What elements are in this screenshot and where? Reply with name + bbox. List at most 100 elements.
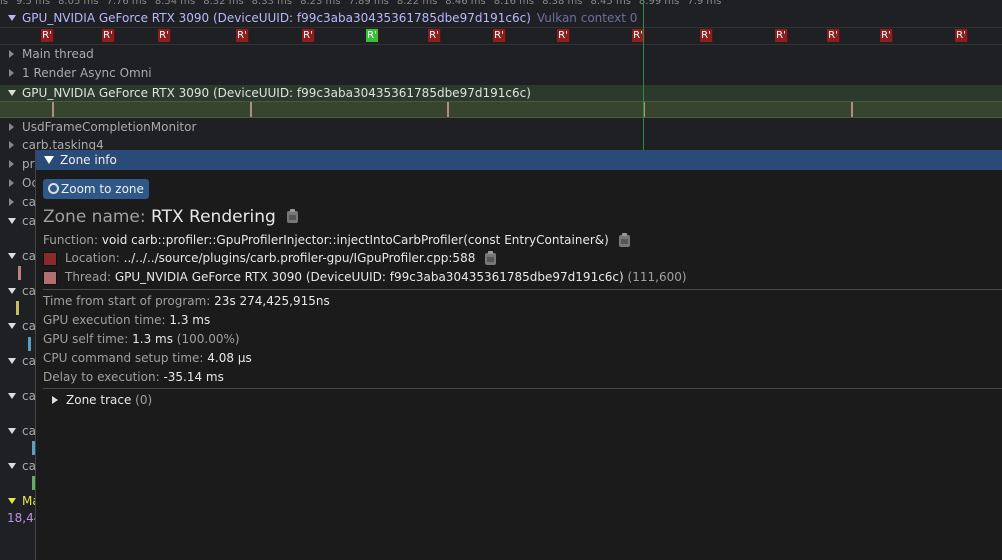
thread-row-partial[interactable]: Oc: [0, 176, 35, 190]
ruler-label: 7.9 ms: [687, 0, 722, 7]
chevron-down-icon: [8, 428, 16, 434]
ruler-label: 8.22 ms: [396, 0, 438, 7]
chevron-down-icon: [8, 463, 16, 469]
thread-row-partial[interactable]: ca: [0, 389, 35, 403]
chevron-right-icon: [9, 160, 14, 168]
gpu-timeline-title: GPU_NVIDIA GeForce RTX 3090 (DeviceUUID:…: [22, 11, 531, 25]
chevron-down-icon: [8, 15, 16, 21]
gpu-self-value: 1.3 ms: [132, 332, 173, 346]
thread-row-gpu[interactable]: GPU_NVIDIA GeForce RTX 3090 (DeviceUUID:…: [0, 85, 1002, 101]
cpu-setup-label: CPU command setup time:: [43, 351, 204, 365]
thread-label: Ma: [22, 494, 35, 508]
thread-row-partial[interactable]: ca: [0, 214, 35, 228]
ruler-label: 8.45 ms: [590, 0, 631, 7]
gpu-zone-bar[interactable]: [0, 101, 1002, 118]
function-row: Function: void carb::profiler::GpuProfil…: [43, 232, 630, 247]
ruler-label: 8.23 ms: [300, 0, 341, 7]
zone-marker[interactable]: R': [493, 29, 506, 42]
zone-marker[interactable]: R': [302, 29, 315, 42]
ruler-label: 8.99 ms: [638, 0, 680, 7]
location-label: Location:: [65, 251, 120, 265]
gpu-exec-value: 1.3 ms: [169, 313, 211, 327]
ruler-label: 8.33 ms: [251, 0, 293, 7]
thread-row-partial[interactable]: ca: [0, 195, 35, 209]
zone-marker[interactable]: R': [775, 29, 788, 42]
chevron-down-icon: [8, 253, 16, 259]
chevron-down-icon: [8, 218, 16, 224]
gpu-self-row: GPU self time: 1.3 ms (100.00%): [43, 332, 240, 346]
zone-trace-toggle[interactable]: Zone trace (0): [52, 393, 152, 407]
divider: [0, 27, 1002, 28]
ruler-label: 8.46 ms: [445, 0, 486, 7]
thread-label: ca: [22, 424, 35, 438]
thread-row-carb[interactable]: carb.tasking4: [0, 137, 104, 150]
thread-row-partial[interactable]: ca: [0, 459, 35, 473]
copy-icon[interactable]: [485, 250, 497, 265]
gpu-timeline-header[interactable]: GPU_NVIDIA GeForce RTX 3090 (DeviceUUID:…: [0, 11, 1002, 27]
thread-row-partial[interactable]: ca: [0, 284, 35, 298]
zone-info-window: Zone info Zoom to zone Zone name: RTX Re…: [35, 150, 1002, 560]
zone-marker[interactable]: R': [955, 29, 968, 42]
zoom-to-zone-button[interactable]: Zoom to zone: [43, 179, 149, 199]
thread-row-usd[interactable]: UsdFrameCompletionMonitor: [0, 119, 196, 136]
chevron-down-icon: [8, 393, 16, 399]
zone-marker[interactable]: R': [102, 29, 115, 42]
delay-row: Delay to execution: -35.14 ms: [43, 370, 224, 384]
chevron-down-icon: [8, 498, 16, 504]
zone-tick: [52, 102, 54, 117]
thread-label: ca: [22, 389, 35, 403]
chevron-down-icon: [8, 323, 16, 329]
copy-icon[interactable]: [618, 232, 630, 247]
divider: [0, 44, 1002, 45]
gpu-exec-row: GPU execution time: 1.3 ms: [43, 313, 210, 327]
thread-label: ca: [22, 214, 35, 228]
location-color-swatch: [43, 251, 57, 266]
delay-label: Delay to execution:: [43, 370, 160, 384]
thread-row-partial[interactable]: ca: [0, 249, 35, 263]
time-from-start-label: Time from start of program:: [43, 294, 211, 308]
thread-label: GPU_NVIDIA GeForce RTX 3090 (DeviceUUID:…: [22, 86, 531, 100]
thread-row-partial[interactable]: pr: [0, 157, 35, 171]
copy-icon[interactable]: [287, 209, 299, 223]
timeline-ruler: ls 9.5 ms 8.05 ms 7.76 ms 8.54 ms 8.32 ms 8.33…: [0, 0, 1002, 7]
thread-label: Thread:: [65, 270, 112, 284]
zone-bar: [16, 301, 19, 315]
zone-marker[interactable]: R': [827, 29, 840, 42]
zoom-to-zone-label: Zoom to zone: [61, 182, 144, 196]
thread-label: Oc: [22, 176, 35, 190]
thread-color-swatch: [43, 270, 57, 285]
zone-marker[interactable]: R': [428, 29, 441, 42]
zone-marker[interactable]: R': [700, 29, 713, 42]
chevron-right-icon: [9, 123, 14, 131]
zone-marker[interactable]: R': [366, 29, 379, 42]
time-from-start-row: Time from start of program: 23s 274,425,…: [43, 294, 330, 308]
thread-row: Thread: GPU_NVIDIA GeForce RTX 3090 (Dev…: [43, 270, 687, 285]
ruler-label: 7.76 ms: [106, 0, 147, 7]
collapse-icon[interactable]: [44, 156, 54, 164]
divider: [43, 289, 1002, 290]
zone-tick: [851, 102, 853, 117]
thread-label: ca: [22, 284, 35, 298]
thread-row-main[interactable]: Main thread: [0, 46, 94, 63]
gpu-self-percent: (100.00%): [176, 332, 240, 346]
zone-marker[interactable]: R': [557, 29, 570, 42]
thread-row-partial[interactable]: Ma: [0, 494, 35, 508]
zone-bar: [28, 337, 31, 351]
ruler-label: 9.5 ms: [16, 0, 51, 7]
divider: [43, 388, 1002, 389]
thread-row-partial[interactable]: ca: [0, 424, 35, 438]
gpu-exec-label: GPU execution time:: [43, 313, 166, 327]
thread-label: carb.tasking4: [22, 138, 104, 150]
zone-marker[interactable]: R': [880, 29, 893, 42]
thread-label: 1 Render Async Omni: [22, 66, 152, 80]
zone-tick: [250, 102, 252, 117]
ruler-label: 8.32 ms: [203, 0, 244, 7]
zone-marker[interactable]: R': [158, 29, 171, 42]
thread-row-partial[interactable]: ca: [0, 354, 35, 368]
thread-row-render-async[interactable]: 1 Render Async Omni: [0, 65, 152, 82]
zone-marker[interactable]: R': [236, 29, 249, 42]
zone-marker[interactable]: R': [41, 29, 54, 42]
time-from-start-value: 23s 274,425,915ns: [214, 294, 330, 308]
thread-row-partial[interactable]: ca: [0, 319, 35, 333]
zone-info-titlebar[interactable]: Zone info: [36, 150, 1002, 170]
